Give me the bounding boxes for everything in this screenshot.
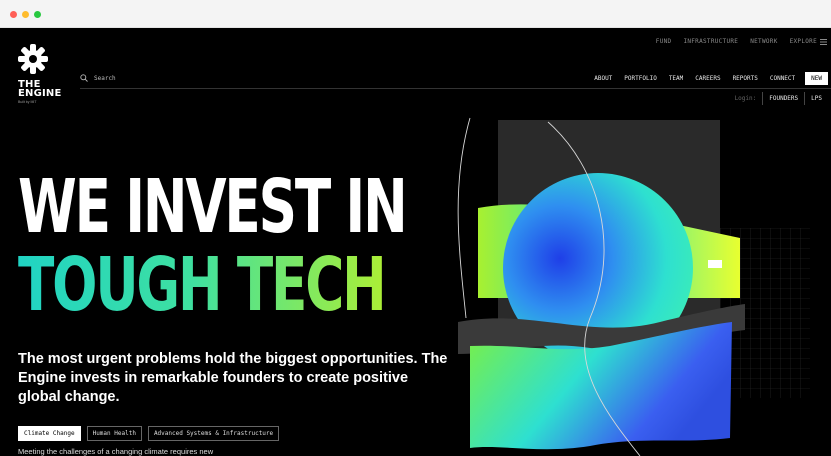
maximize-window-button[interactable]	[34, 11, 41, 18]
website: THE ENGINE Built by MIT FUND INFRASTRUCT…	[0, 28, 831, 456]
thin-line-left	[457, 117, 471, 319]
climate-description: Meeting the challenges of a changing cli…	[18, 447, 214, 456]
hero-illustration	[457, 117, 810, 456]
tab-human-health[interactable]: Human Health	[86, 426, 142, 441]
minimize-window-button[interactable]	[22, 11, 29, 18]
explore-label: EXPLORE	[789, 38, 817, 45]
nav-link-portfolio[interactable]: PORTFOLIO	[624, 75, 657, 82]
tab-advanced-systems[interactable]: Advanced Systems & Infrastructure	[147, 426, 280, 441]
login-founders-button[interactable]: FOUNDERS	[762, 92, 804, 105]
nav-link-careers[interactable]: CAREERS	[695, 75, 720, 82]
utility-link-network[interactable]: NETWORK	[750, 38, 777, 45]
new-button[interactable]: NEW	[805, 72, 828, 85]
nav-link-about[interactable]: ABOUT	[594, 75, 612, 82]
nav-link-connect[interactable]: CONNECT	[770, 75, 795, 82]
logo-subtitle: Built by MIT	[18, 100, 37, 104]
hero-headline-line2: TOUGH TECH	[18, 246, 406, 324]
logo-line-engine: ENGINE	[18, 88, 62, 99]
hero-headline: WE INVEST IN TOUGH TECH	[18, 164, 408, 324]
topic-tabs: Climate Change Human Health Advanced Sys…	[18, 426, 280, 441]
login-label: Login:	[734, 95, 757, 102]
search-label: Search	[94, 74, 116, 82]
browser-window: THE ENGINE Built by MIT FUND INFRASTRUCT…	[0, 0, 831, 456]
nav-divider	[80, 88, 831, 89]
utility-link-fund[interactable]: FUND	[656, 38, 672, 45]
nav-link-reports[interactable]: REPORTS	[733, 75, 758, 82]
explore-menu-button[interactable]: EXPLORE	[790, 38, 827, 45]
main-nav: ABOUT PORTFOLIO TEAM CAREERS REPORTS CON…	[582, 72, 828, 85]
hero-tagline: The most urgent problems hold the bigges…	[18, 351, 448, 405]
hamburger-icon	[820, 38, 827, 45]
login-lps-button[interactable]: LPS	[804, 92, 828, 105]
nav-link-team[interactable]: TEAM	[669, 75, 683, 82]
tab-climate-change[interactable]: Climate Change	[18, 426, 81, 441]
utility-nav: FUND INFRASTRUCTURE NETWORK EXPLORE	[656, 38, 827, 45]
utility-link-infrastructure[interactable]: INFRASTRUCTURE	[683, 38, 738, 45]
browser-title-bar	[0, 0, 831, 28]
search-bar[interactable]: Search	[80, 74, 116, 82]
white-marker	[708, 260, 722, 268]
close-window-button[interactable]	[10, 11, 17, 18]
hero-headline-line1: WE INVEST IN	[18, 164, 408, 250]
engine-logo-icon	[18, 44, 48, 74]
login-row: Login: FOUNDERS LPS	[735, 92, 828, 105]
logo-wordmark: THE ENGINE	[18, 80, 68, 99]
site-logo[interactable]: THE ENGINE Built by MIT	[18, 44, 68, 104]
search-icon	[80, 74, 88, 82]
